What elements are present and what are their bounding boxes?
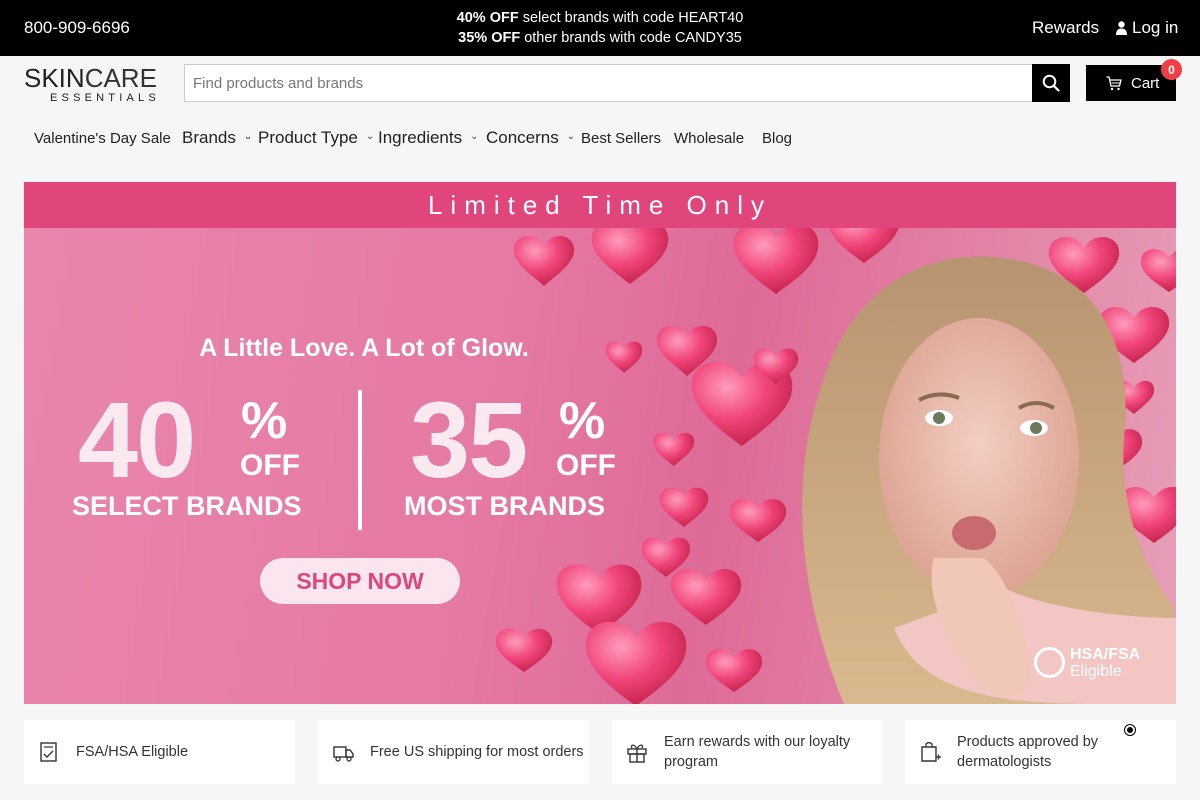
accessibility-widget-dot[interactable] — [1125, 725, 1135, 735]
offer1-number: 40 — [78, 379, 196, 500]
nav-brands[interactable]: Brands ⌄ — [182, 118, 252, 158]
offer2-off: OFF — [556, 449, 616, 482]
nav-label: Valentine's Day Sale — [34, 129, 171, 147]
chevron-down-icon: ⌄ — [566, 130, 576, 142]
search-button[interactable] — [1032, 64, 1070, 102]
receipt-check-icon — [40, 742, 57, 762]
logo-skin: SKIN — [24, 63, 85, 93]
hero-tagline: A Little Love. A Lot of Glow. — [199, 334, 529, 362]
logo-essentials: ESSENTIALS — [50, 92, 160, 104]
offer1-off: OFF — [240, 449, 300, 482]
feature-rewards: Earn rewards with our loyalty program — [612, 720, 883, 784]
feature-text: Earn rewards with our loyalty program — [664, 734, 851, 770]
nav-label: Blog — [762, 129, 793, 147]
feature-dermatologists: Products approved by dermatologists — [905, 720, 1176, 784]
offer2-subtitle: MOST BRANDS — [404, 491, 605, 521]
nav-label: Wholesale — [674, 129, 745, 147]
nav-label: Ingredients — [378, 128, 463, 147]
phone-number[interactable]: 800-909-6696 — [24, 18, 130, 38]
feature-text: FSA/HSA Eligible — [76, 744, 189, 760]
hsa-fsa-badge: HSA/FSA Eligible — [1070, 646, 1140, 680]
nav-ingredients[interactable]: Ingredients ⌄ — [378, 118, 479, 158]
nav-wholesale[interactable]: Wholesale — [674, 118, 744, 158]
nav-label: Brands — [182, 128, 236, 147]
check-circle-icon — [1034, 647, 1065, 678]
feature-strip: FSA/HSA Eligible Free US shipping for mo… — [24, 720, 1176, 784]
offer1-percent: % — [241, 392, 288, 450]
search-bar — [184, 64, 1070, 102]
chevron-down-icon: ⌄ — [243, 130, 253, 142]
feature-shipping: Free US shipping for most orders — [318, 720, 589, 784]
offer1-subtitle: SELECT BRANDS — [72, 491, 302, 521]
badge-line1: HSA/FSA — [1070, 646, 1141, 663]
nav-label: Concerns — [486, 128, 559, 147]
shop-now-button[interactable]: SHOP NOW — [260, 558, 460, 604]
chevron-down-icon: ⌄ — [470, 130, 479, 142]
search-icon — [1042, 74, 1060, 92]
nav-label: Best Sellers — [581, 129, 662, 147]
promo2-text: other brands with code CANDY35 — [520, 30, 742, 46]
login-link[interactable]: Log in — [1116, 18, 1178, 38]
cart-icon — [1106, 75, 1122, 90]
logo-care: CARE — [84, 63, 157, 93]
site-logo[interactable]: SKINCARE ESSENTIALS — [24, 64, 169, 104]
hero-strip: Limited Time Only — [24, 182, 1176, 228]
nav-concerns[interactable]: Concerns ⌄ — [486, 118, 575, 158]
nav-label: Product Type — [258, 128, 358, 147]
cart-count-badge: 0 — [1161, 59, 1182, 80]
feature-text: Products approved by dermatologists — [957, 734, 1099, 770]
hero-banner[interactable]: Limited Time Only A Little Love. A Lot o… — [24, 182, 1176, 704]
delivery-truck-icon — [333, 746, 354, 762]
feature-fsa: FSA/HSA Eligible — [24, 720, 295, 784]
promo-text: 40% OFF select brands with code HEART40 … — [350, 8, 850, 48]
main-nav: Valentine's Day Sale Brands ⌄ Product Typ… — [0, 118, 1200, 158]
offer2-percent: % — [559, 392, 606, 450]
nav-best-sellers[interactable]: Best Sellers — [581, 118, 661, 158]
cart-label: Cart — [1131, 74, 1160, 92]
login-label: Log in — [1132, 18, 1179, 37]
chevron-down-icon: ⌄ — [365, 130, 375, 142]
nav-blog[interactable]: Blog — [762, 118, 792, 158]
badge-line2: Eligible — [1070, 663, 1122, 680]
promo2-highlight: 35% OFF — [458, 30, 521, 46]
promo1-highlight: 40% OFF — [456, 10, 519, 26]
gift-icon — [627, 744, 647, 763]
nav-product-type[interactable]: Product Type ⌄ — [258, 118, 374, 158]
search-input[interactable] — [185, 65, 1032, 101]
promo1-text: select brands with code HEART40 — [518, 10, 744, 26]
shopping-bag-plus-icon — [921, 741, 941, 762]
user-icon — [1116, 21, 1127, 35]
nav-valentines-sale[interactable]: Valentine's Day Sale — [34, 118, 171, 158]
offer2-number: 35 — [410, 379, 528, 500]
hero-divider — [358, 390, 362, 530]
announcement-bar: 800-909-6696 40% OFF select brands with … — [0, 0, 1200, 56]
rewards-link[interactable]: Rewards — [1032, 18, 1099, 38]
feature-text: Free US shipping for most orders — [370, 744, 584, 760]
